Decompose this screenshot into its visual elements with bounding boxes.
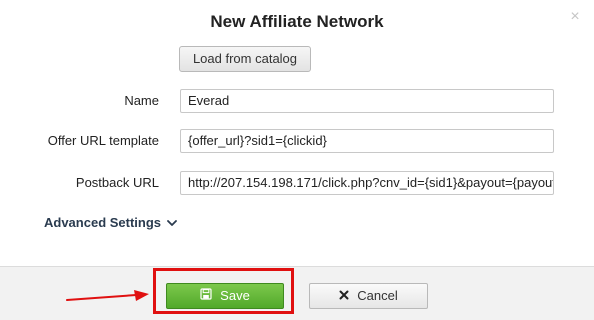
save-button[interactable]: Save — [166, 283, 284, 309]
save-button-label: Save — [220, 288, 250, 303]
postback-url-field[interactable]: http://207.154.198.171/click.php?cnv_id=… — [180, 171, 554, 195]
name-field[interactable]: Everad — [180, 89, 554, 113]
advanced-settings-toggle[interactable]: Advanced Settings — [44, 213, 177, 233]
close-icon[interactable]: × — [568, 8, 582, 26]
arrow-right-icon — [66, 289, 150, 310]
postback-url-label: Postback URL — [75, 175, 159, 190]
new-affiliate-network-dialog: New Affiliate Network × Load from catalo… — [0, 0, 594, 320]
cancel-button-label: Cancel — [357, 288, 398, 303]
name-label: Name — [124, 93, 159, 108]
floppy-disk-icon — [200, 284, 212, 308]
dialog-title: New Affiliate Network — [210, 12, 384, 31]
advanced-settings-label: Advanced Settings — [44, 215, 162, 230]
cancel-button[interactable]: Cancel — [309, 283, 428, 309]
load-from-catalog-button[interactable]: Load from catalog — [179, 46, 311, 72]
chevron-down-icon — [167, 219, 177, 227]
offer-url-template-label: Offer URL template — [47, 133, 159, 148]
x-icon — [339, 284, 349, 308]
offer-url-template-field[interactable]: {offer_url}?sid1={clickid} — [180, 129, 554, 153]
